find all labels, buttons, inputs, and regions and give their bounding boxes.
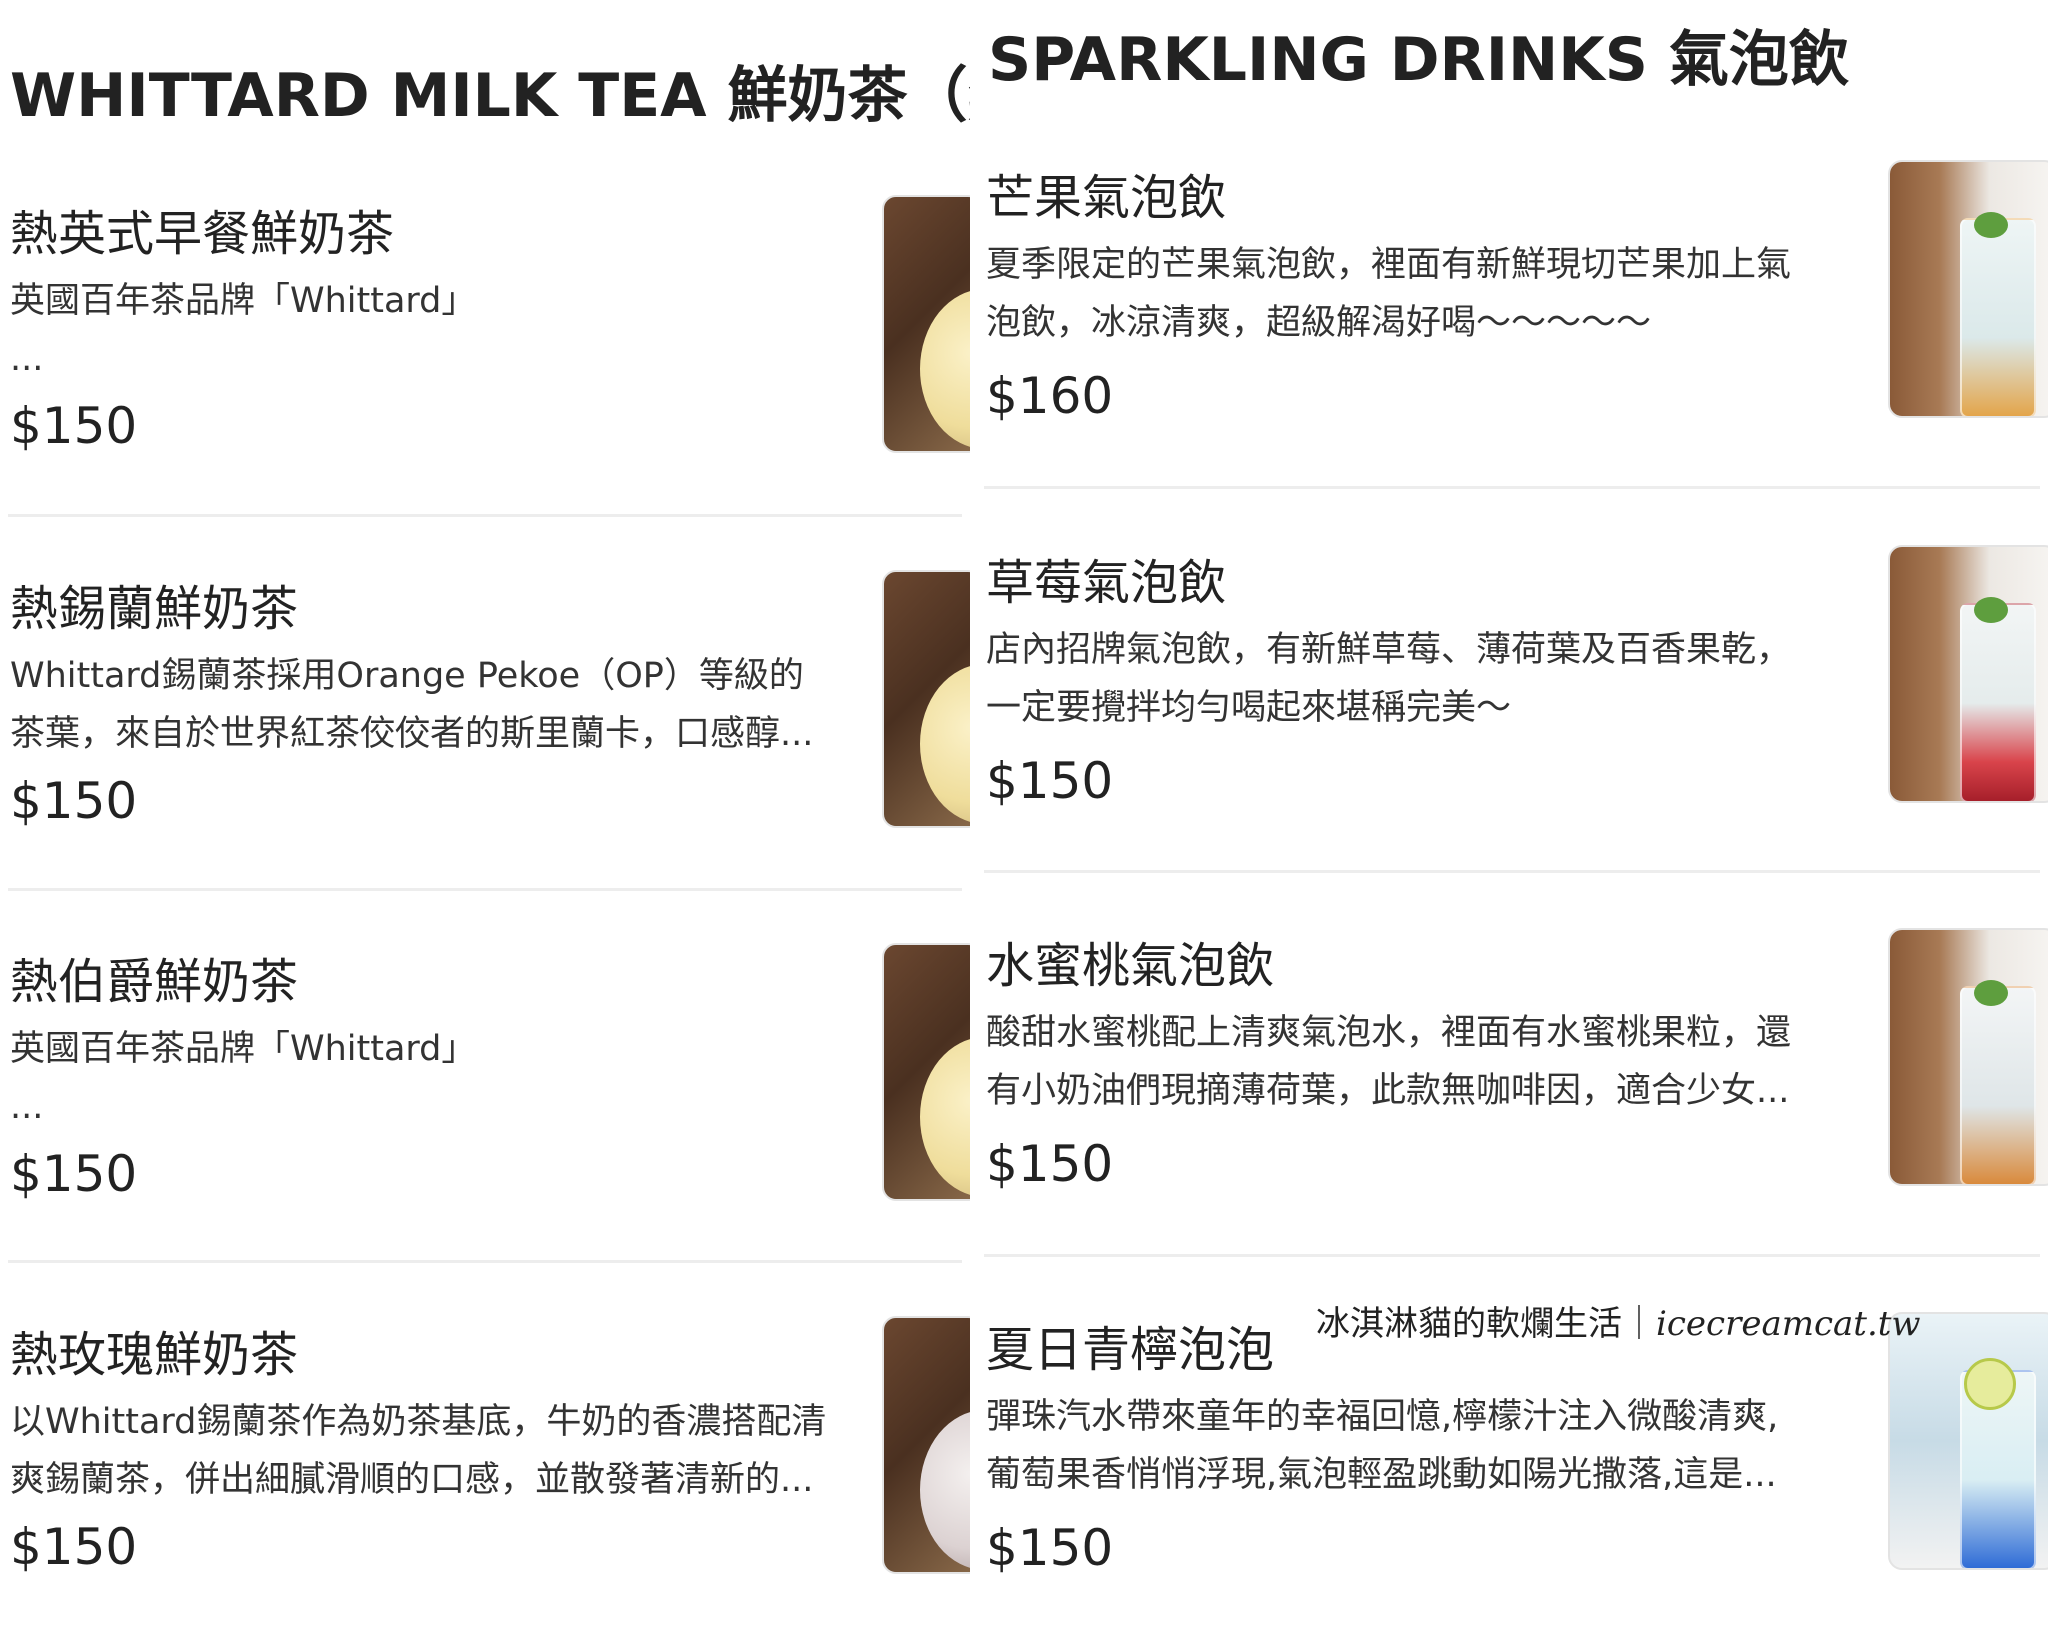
description-line: 英國百年茶品牌「Whittard」 xyxy=(10,1029,477,1069)
description-line: 酸甜水蜜桃配上清爽氣泡水，裡面有水蜜桃果粒，還 xyxy=(986,1013,1792,1053)
divider xyxy=(8,888,962,891)
item-name: 熱玫瑰鮮奶茶 xyxy=(10,1327,299,1383)
item-price: $150 xyxy=(986,752,1114,810)
description-line: 葡萄果香悄悄浮現,氣泡輕盈跳動如陽光撒落,這是... xyxy=(986,1455,1777,1495)
item-price: $150 xyxy=(10,772,138,830)
watermark-url: icecreamcat.tw xyxy=(1656,1304,1921,1344)
menu-item-rose[interactable]: 熱玫瑰鮮奶茶 以Whittard錫蘭茶作為奶茶基底，牛奶的香濃搭配清 爽錫蘭茶，… xyxy=(0,1311,970,1638)
milk-tea-cup-thumbnail[interactable] xyxy=(882,195,970,453)
item-description: 夏季限定的芒果氣泡飲，裡面有新鮮現切芒果加上氣 泡飲，冰涼清爽，超級解渴好喝～～… xyxy=(986,236,1876,352)
divider xyxy=(984,486,2040,489)
description-line: 店內招牌氣泡飲，有新鮮草莓、薄荷葉及百香果乾， xyxy=(986,630,1792,670)
menu-item-peach-sparkling[interactable]: 水蜜桃氣泡飲 酸甜水蜜桃配上清爽氣泡水，裡面有水蜜桃果粒，還 有小奶油們現摘薄荷… xyxy=(976,928,2048,1258)
description-line: 以Whittard錫蘭茶作為奶茶基底，牛奶的香濃搭配清 xyxy=(10,1402,827,1442)
lime-slice-icon xyxy=(1964,1358,2016,1410)
description-line: 有小奶油們現摘薄荷葉，此款無咖啡因，適合少女... xyxy=(986,1071,1790,1111)
item-name: 芒果氣泡飲 xyxy=(986,170,1227,226)
item-name: 水蜜桃氣泡飲 xyxy=(986,938,1275,994)
item-price: $160 xyxy=(986,367,1114,425)
menu-item-strawberry-sparkling[interactable]: 草莓氣泡飲 店內招牌氣泡飲，有新鮮草莓、薄荷葉及百香果乾， 一定要攪拌均勻喝起來… xyxy=(976,545,2048,875)
item-description: 店內招牌氣泡飲，有新鮮草莓、薄荷葉及百香果乾， 一定要攪拌均勻喝起來堪稱完美～ xyxy=(986,621,1876,737)
glass-icon xyxy=(1960,603,2036,801)
item-name: 熱英式早餐鮮奶茶 xyxy=(10,206,395,262)
description-line: 一定要攪拌均勻喝起來堪稱完美～ xyxy=(986,688,1512,728)
sparkling-drinks-section: SPARKLING DRINKS 氣泡飲 芒果氣泡飲 夏季限定的芒果氣泡飲，裡面… xyxy=(976,0,2048,1638)
mango-sparkling-thumbnail[interactable] xyxy=(1888,160,2048,418)
description-line: 泡飲，冰涼清爽，超級解渴好喝～～～～～ xyxy=(986,303,1652,343)
item-name: 夏日青檸泡泡 xyxy=(986,1322,1275,1378)
milk-tea-section: WHITTARD MILK TEA 鮮奶茶（熱飲） 熱英式早餐鮮奶茶 英國百年茶… xyxy=(0,0,970,1638)
item-price: $150 xyxy=(986,1135,1114,1193)
menu-item-earl-grey[interactable]: 熱伯爵鮮奶茶 英國百年茶品牌「Whittard」 ... $150 xyxy=(0,938,970,1268)
lime-sparkling-thumbnail[interactable] xyxy=(1888,1312,2048,1570)
section-title-sparkling: SPARKLING DRINKS 氣泡飲 xyxy=(988,25,1849,95)
watermark-text: 冰淇淋貓的軟爛生活｜ xyxy=(1316,1304,1656,1344)
divider xyxy=(984,1254,2040,1257)
divider xyxy=(984,870,2040,873)
item-description: 英國百年茶品牌「Whittard」 ... xyxy=(10,1020,870,1136)
divider xyxy=(8,514,962,517)
glass-icon xyxy=(1960,986,2036,1184)
mint-leaf-icon xyxy=(1974,597,2008,623)
description-line: 爽錫蘭茶，併出細膩滑順的口感，並散發著清新的... xyxy=(10,1460,814,1500)
menu-item-english-breakfast[interactable]: 熱英式早餐鮮奶茶 英國百年茶品牌「Whittard」 ... $150 xyxy=(0,190,970,520)
strawberry-sparkling-thumbnail[interactable] xyxy=(1888,545,2048,803)
item-description: Whittard錫蘭茶採用Orange Pekoe（OP）等級的 茶葉，來自於世… xyxy=(10,647,870,763)
section-title-milk-tea: WHITTARD MILK TEA 鮮奶茶（熱飲） xyxy=(10,61,970,131)
mint-leaf-icon xyxy=(1974,980,2008,1006)
item-description: 彈珠汽水帶來童年的幸福回憶,檸檬汁注入微酸清爽, 葡萄果香悄悄浮現,氣泡輕盈跳動… xyxy=(986,1388,1876,1504)
description-line: Whittard錫蘭茶採用Orange Pekoe（OP）等級的 xyxy=(10,656,804,696)
item-name: 草莓氣泡飲 xyxy=(986,555,1227,611)
description-line: 英國百年茶品牌「Whittard」 xyxy=(10,281,477,321)
description-line: ... xyxy=(10,1087,44,1127)
item-name: 熱伯爵鮮奶茶 xyxy=(10,954,299,1010)
item-description: 英國百年茶品牌「Whittard」 ... xyxy=(10,272,870,388)
milk-tea-cup-thumbnail[interactable] xyxy=(882,943,970,1201)
item-name: 熱錫蘭鮮奶茶 xyxy=(10,581,299,637)
mint-leaf-icon xyxy=(1974,212,2008,238)
divider xyxy=(8,1260,962,1263)
item-description: 以Whittard錫蘭茶作為奶茶基底，牛奶的香濃搭配清 爽錫蘭茶，併出細膩滑順的… xyxy=(10,1393,870,1509)
menu-item-mango-sparkling[interactable]: 芒果氣泡飲 夏季限定的芒果氣泡飲，裡面有新鮮現切芒果加上氣 泡飲，冰涼清爽，超級… xyxy=(976,160,2048,490)
menu-item-ceylon[interactable]: 熱錫蘭鮮奶茶 Whittard錫蘭茶採用Orange Pekoe（OP）等級的 … xyxy=(0,565,970,895)
milk-tea-cup-thumbnail[interactable] xyxy=(882,570,970,828)
item-price: $150 xyxy=(10,1518,138,1576)
description-line: ... xyxy=(10,339,44,379)
item-price: $150 xyxy=(10,1145,138,1203)
watermark: 冰淇淋貓的軟爛生活｜icecreamcat.tw xyxy=(1316,1300,1921,1348)
description-line: 茶葉，來自於世界紅茶佼佼者的斯里蘭卡，口感醇... xyxy=(10,714,814,754)
item-price: $150 xyxy=(986,1519,1114,1577)
menu-item-summer-lime[interactable]: 夏日青檸泡泡 彈珠汽水帶來童年的幸福回憶,檸檬汁注入微酸清爽, 葡萄果香悄悄浮現… xyxy=(976,1312,2048,1638)
description-line: 夏季限定的芒果氣泡飲，裡面有新鮮現切芒果加上氣 xyxy=(986,245,1792,285)
item-price: $150 xyxy=(10,397,138,455)
description-line: 彈珠汽水帶來童年的幸福回憶,檸檬汁注入微酸清爽, xyxy=(986,1397,1779,1437)
glass-icon xyxy=(1960,218,2036,416)
item-description: 酸甜水蜜桃配上清爽氣泡水，裡面有水蜜桃果粒，還 有小奶油們現摘薄荷葉，此款無咖啡… xyxy=(986,1004,1876,1120)
rose-milk-tea-thumbnail[interactable] xyxy=(882,1316,970,1574)
peach-sparkling-thumbnail[interactable] xyxy=(1888,928,2048,1186)
